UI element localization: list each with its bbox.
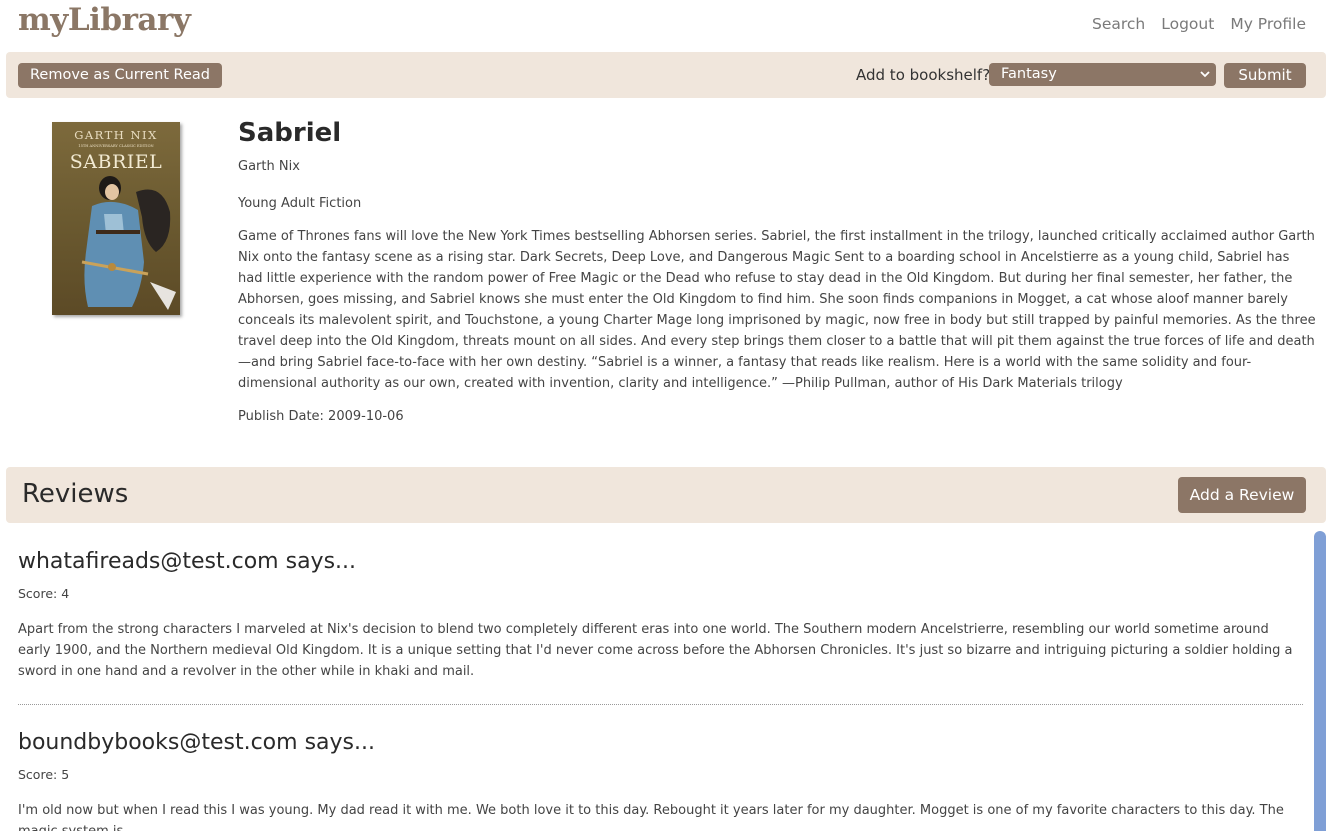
book-action-bar: Remove as Current Read Add to bookshelf?… <box>6 52 1326 98</box>
cover-title-text: SABRIEL <box>70 151 163 173</box>
book-publish-date: Publish Date: 2009-10-06 <box>238 409 404 424</box>
page-scrollbar[interactable] <box>1314 531 1326 831</box>
review-score: Score: 4 <box>18 586 70 601</box>
nav-link-logout[interactable]: Logout <box>1161 15 1214 33</box>
nav-links: Search Logout My Profile <box>1092 15 1306 33</box>
cover-edition-text: 15TH ANNIVERSARY CLASSIC EDITION <box>78 144 153 148</box>
bookshelf-label: Add to bookshelf? <box>856 66 991 84</box>
nav-link-search[interactable]: Search <box>1092 15 1145 33</box>
remove-current-read-button[interactable]: Remove as Current Read <box>18 63 222 88</box>
reviews-header: Reviews Add a Review <box>6 467 1326 523</box>
app-logo[interactable]: myLibrary <box>18 2 191 38</box>
nav-link-my-profile[interactable]: My Profile <box>1230 15 1306 33</box>
book-details: Sabriel Garth Nix Young Adult Fiction Ga… <box>238 116 1316 424</box>
review-author: whatafireads@test.com says... <box>18 549 357 574</box>
review-author: boundbybooks@test.com says... <box>18 730 375 755</box>
review-item: whatafireads@test.com says... Score: 4 A… <box>18 540 1303 704</box>
add-review-button[interactable]: Add a Review <box>1178 477 1306 513</box>
bookshelf-select[interactable]: Fantasy <box>989 63 1216 86</box>
book-title: Sabriel <box>238 118 342 148</box>
book-description: Game of Thrones fans will love the New Y… <box>238 229 1316 391</box>
book-genre: Young Adult Fiction <box>238 196 362 211</box>
submit-button[interactable]: Submit <box>1224 63 1306 88</box>
cover-author-text: GARTH NIX <box>74 128 158 142</box>
review-item: boundbybooks@test.com says... Score: 5 I… <box>18 704 1303 831</box>
review-text: Apart from the strong characters I marve… <box>18 622 1293 679</box>
book-author: Garth Nix <box>238 159 300 174</box>
reviews-list[interactable]: whatafireads@test.com says... Score: 4 A… <box>18 540 1303 831</box>
reviews-title: Reviews <box>22 479 129 509</box>
chevron-down-icon <box>1200 71 1210 78</box>
top-nav: myLibrary Search Logout My Profile <box>0 0 1336 52</box>
bookshelf-selected-value: Fantasy <box>1001 66 1057 82</box>
review-text: I'm old now but when I read this I was y… <box>18 803 1284 831</box>
book-cover-art: GARTH NIX 15TH ANNIVERSARY CLASSIC EDITI… <box>52 122 180 315</box>
review-score: Score: 5 <box>18 767 70 782</box>
book-cover: GARTH NIX 15TH ANNIVERSARY CLASSIC EDITI… <box>52 122 180 315</box>
